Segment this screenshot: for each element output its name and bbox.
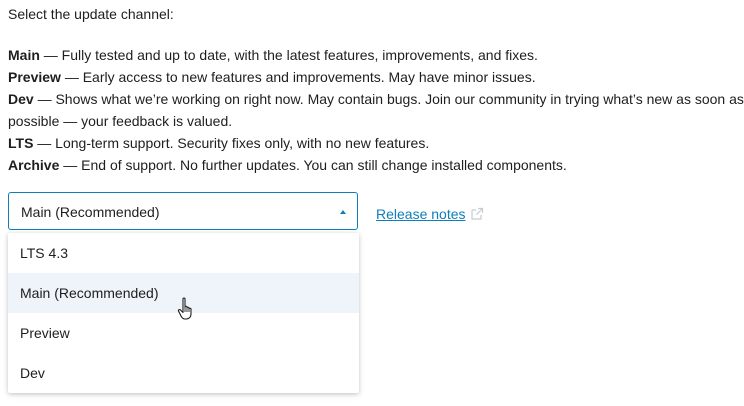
release-notes-link[interactable]: Release notes <box>376 205 484 223</box>
external-link-icon <box>470 207 483 220</box>
channel-name: Dev <box>8 91 34 107</box>
caret-up-icon <box>340 210 346 214</box>
channel-desc: — Long-term support. Security fixes only… <box>33 135 430 151</box>
channel-descriptions: Main — Fully tested and up to date, with… <box>8 44 744 176</box>
option-lts[interactable]: LTS 4.3 <box>8 233 359 273</box>
release-notes-label: Release notes <box>376 206 466 222</box>
channel-name: LTS <box>8 135 34 151</box>
select-value: Main (Recommended) <box>21 204 160 220</box>
channel-desc: — End of support. No further updates. Yo… <box>59 157 567 173</box>
intro-text: Select the update channel: <box>8 6 174 22</box>
channel-main: Main — Fully tested and up to date, with… <box>8 44 744 66</box>
channel-desc: — Shows what we’re working on right now.… <box>8 91 744 129</box>
channel-desc: — Early access to new features and impro… <box>60 69 536 85</box>
channel-dev: Dev — Shows what we’re working on right … <box>8 88 744 132</box>
update-channel-select[interactable]: Main (Recommended) <box>8 192 358 230</box>
option-dev[interactable]: Dev <box>8 353 359 393</box>
channel-desc: — Fully tested and up to date, with the … <box>39 47 538 63</box>
channel-name: Main <box>8 47 40 63</box>
channel-archive: Archive — End of support. No further upd… <box>8 154 744 176</box>
channel-name: Archive <box>8 157 60 173</box>
channel-lts: LTS — Long-term support. Security fixes … <box>8 132 744 154</box>
hand-cursor-icon <box>177 297 192 320</box>
channel-preview: Preview — Early access to new features a… <box>8 66 744 88</box>
channel-name: Preview <box>8 69 61 85</box>
